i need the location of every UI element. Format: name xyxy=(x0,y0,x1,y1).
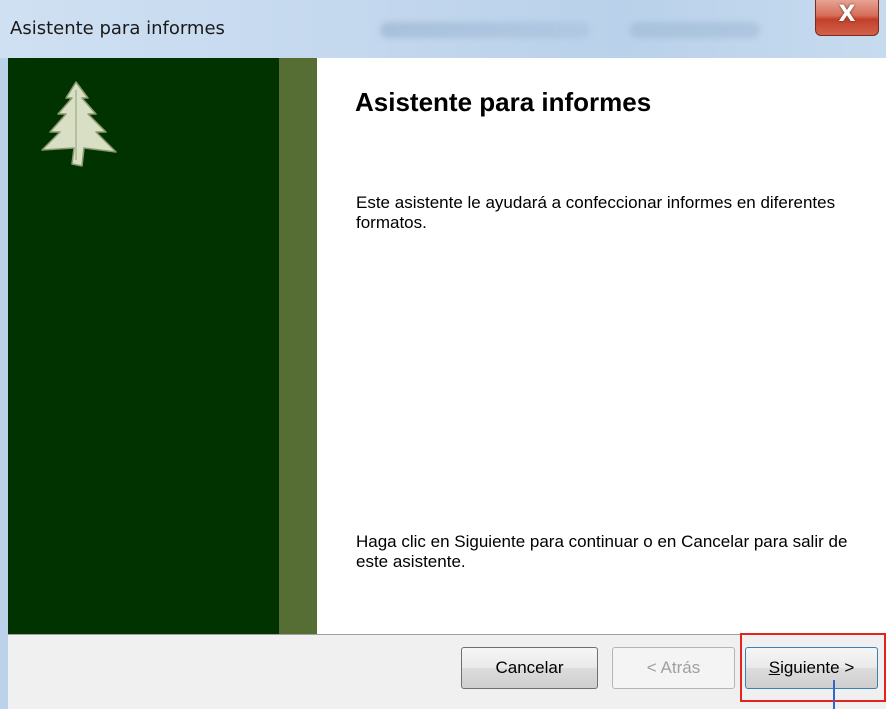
wizard-heading: Asistente para informes xyxy=(355,87,652,117)
wizard-sidebar-band xyxy=(279,58,317,634)
window-frame xyxy=(0,58,8,709)
close-button[interactable]: X xyxy=(815,0,879,36)
close-icon: X xyxy=(838,2,856,27)
back-button[interactable]: < Atrás xyxy=(612,647,735,689)
title-bar[interactable]: Asistente para informes X xyxy=(0,0,886,58)
blurred-background-text xyxy=(380,22,590,38)
blurred-background-text xyxy=(630,22,760,38)
cancel-button[interactable]: Cancelar xyxy=(461,647,598,689)
highlight-annotation xyxy=(740,633,886,702)
window-title: Asistente para informes xyxy=(10,18,225,39)
report-wizard-window: Asistente para informes X Asistente para… xyxy=(0,0,886,709)
wizard-instructions: Haga clic en Siguiente para continuar o … xyxy=(356,532,848,571)
tree-icon xyxy=(41,81,117,167)
text-cursor xyxy=(833,680,835,709)
wizard-description: Este asistente le ayudará a confeccionar… xyxy=(356,193,836,232)
